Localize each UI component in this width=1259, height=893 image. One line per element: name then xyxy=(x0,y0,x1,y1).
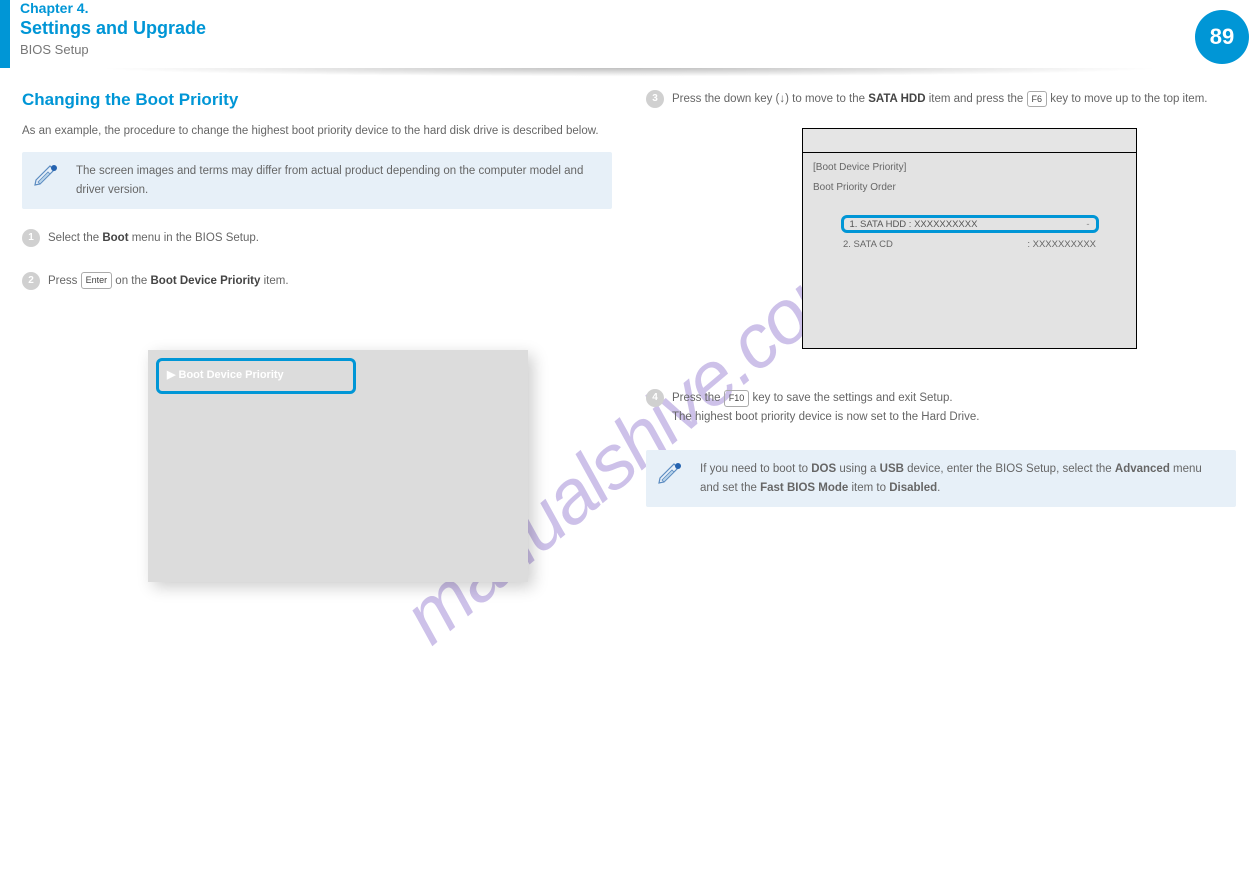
note2-h: Fast BIOS Mode xyxy=(760,482,848,494)
priority-row-left: 1. SATA HDD : XXXXXXXXXX xyxy=(850,217,1087,232)
screenshot-body: [Boot Device Priority] Boot Priority Ord… xyxy=(803,153,1136,348)
note-icon-2 xyxy=(656,458,688,490)
step-4: Press the F10 key to save the settings a… xyxy=(646,389,1236,426)
right-column: Press the down key (↓) to move to the SA… xyxy=(646,90,1236,527)
step-2: Press Enter on the Boot Device Priority … xyxy=(22,272,612,582)
note2-b: DOS xyxy=(811,463,836,475)
header-bar: Chapter 4. Settings and Upgrade BIOS Set… xyxy=(0,0,1259,70)
f10-key-icon: F10 xyxy=(724,390,750,406)
header-shadow xyxy=(0,68,1259,80)
note-box-1: The screen images and terms may differ f… xyxy=(22,152,612,209)
note-box-2: If you need to boot to DOS using a USB d… xyxy=(646,450,1236,507)
priority-row2-right: : XXXXXXXXXX xyxy=(1027,237,1096,252)
section-heading: Changing the Boot Priority xyxy=(22,90,612,110)
chapter-title: Settings and Upgrade xyxy=(20,18,206,39)
priority-row2-left: 2. SATA CD xyxy=(843,237,1027,252)
section-title: BIOS Setup xyxy=(20,42,89,57)
enter-key-icon: Enter xyxy=(81,272,113,288)
step-1: Select the Boot menu in the BIOS Setup. xyxy=(22,229,612,247)
step3-text-c: item and press the xyxy=(926,93,1027,105)
step2-text-e: item. xyxy=(260,275,288,287)
chapter-number: Chapter 4. xyxy=(20,0,88,16)
step3-text-a: Press the down key (↓) to move to the xyxy=(672,93,868,105)
note2-i: item to xyxy=(848,482,889,494)
intro-text: As an example, the procedure to change t… xyxy=(22,122,612,140)
note-icon xyxy=(32,160,64,192)
step4-text-c: key to save the settings and exit Setup. xyxy=(749,392,952,404)
note2-j: Disabled xyxy=(889,482,937,494)
step2-text-c: on the xyxy=(112,275,150,287)
left-column: Changing the Boot Priority As an example… xyxy=(22,90,612,606)
screenshot-boot-menu: ▶ Boot Device Priority xyxy=(148,350,528,582)
note2-f: Advanced xyxy=(1115,463,1170,475)
step2-text-a: Press xyxy=(48,275,81,287)
priority-row-2: 2. SATA CD : XXXXXXXXXX xyxy=(803,233,1136,256)
header-stripe xyxy=(0,0,10,68)
step3-text-e: key to move up to the top item. xyxy=(1047,93,1207,105)
priority-row-highlight: 1. SATA HDD : XXXXXXXXXX - xyxy=(841,215,1099,233)
note2-c: using a xyxy=(836,463,879,475)
step-3: Press the down key (↓) to move to the SA… xyxy=(646,90,1236,349)
priority-row-right: - xyxy=(1086,217,1089,232)
step4-text-a: Press the xyxy=(672,392,724,404)
step4-text-d: The highest boot priority device is now … xyxy=(672,411,979,423)
note-text-1: The screen images and terms may differ f… xyxy=(76,165,583,195)
step1-text-a: Select the xyxy=(48,232,102,244)
screenshot-body-label: [Boot Device Priority] Boot Priority Ord… xyxy=(813,161,906,195)
step3-bold-b: SATA HDD xyxy=(868,93,925,105)
boot-device-priority-highlight: ▶ Boot Device Priority xyxy=(156,358,356,394)
step2-bold: Boot Device Priority xyxy=(150,275,260,287)
shot2-line2: Boot Priority Order xyxy=(813,181,906,195)
note2-k: . xyxy=(937,482,940,494)
f6-key-icon: F6 xyxy=(1027,91,1048,107)
screenshot-titlebar xyxy=(803,129,1136,153)
shot2-line1: [Boot Device Priority] xyxy=(813,161,906,175)
note2-e: device, enter the BIOS Setup, select the xyxy=(904,463,1115,475)
step-list-right: Press the down key (↓) to move to the SA… xyxy=(646,90,1236,426)
note2-d: USB xyxy=(880,463,904,475)
note2-a: If you need to boot to xyxy=(700,463,811,475)
step1-bold: Boot xyxy=(102,232,128,244)
page-number-badge: 89 xyxy=(1195,10,1249,64)
step-list-left: Select the Boot menu in the BIOS Setup. … xyxy=(22,229,612,582)
screenshot-priority-list: [Boot Device Priority] Boot Priority Ord… xyxy=(802,128,1137,349)
step1-text-c: menu in the BIOS Setup. xyxy=(129,232,259,244)
